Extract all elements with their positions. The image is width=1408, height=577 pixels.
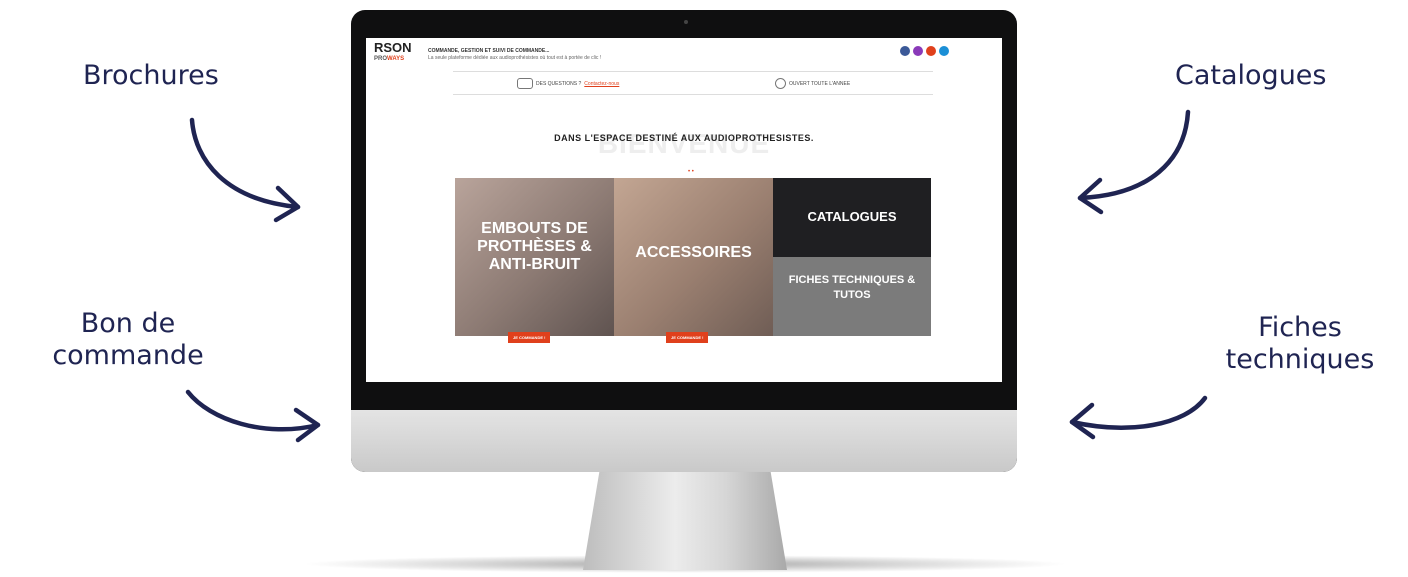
website-screen: RSON PROWAYS COMMANDE, GESTION ET SUIVI …: [366, 38, 1002, 382]
social-links: [900, 46, 949, 56]
fiches-arrowhead: [1069, 402, 1096, 440]
contact-link[interactable]: Contactez-nous: [584, 81, 619, 87]
fiches-arrow: [1069, 395, 1208, 430]
brand-logo-bottom[interactable]: PROWAYS: [374, 55, 404, 63]
order-button-accessoires[interactable]: JE COMMANDE !: [666, 332, 709, 343]
bon-de-commande-arrowhead: [293, 407, 321, 443]
tile-fiches-techniques[interactable]: FICHES TECHNIQUES & TUTOS: [773, 257, 931, 336]
tagline-subtitle: La seule plateforme dédiée aux audioprot…: [428, 55, 602, 61]
tile-embouts-label: EMBOUTS DE PROTHÈSES & ANTI-BRUIT: [477, 220, 592, 273]
brand-prefix: PRO: [374, 56, 388, 62]
instagram-icon[interactable]: [913, 46, 923, 56]
brand-accent: WAYS: [387, 56, 405, 62]
brand-logo-top[interactable]: RSON: [374, 41, 412, 54]
imac-chin: [351, 410, 1017, 472]
tile-embouts[interactable]: EMBOUTS DE PROTHÈSES & ANTI-BRUIT: [455, 178, 614, 336]
youtube-icon[interactable]: [926, 46, 936, 56]
tagline-title: COMMANDE, GESTION ET SUIVI DE COMMANDE..…: [428, 48, 550, 54]
tile-accessoires[interactable]: ACCESSOIRES: [614, 178, 773, 336]
info-bar: DES QUESTIONS ? Contactez-nous OUVERT TO…: [453, 71, 933, 95]
chat-bubble-icon: [517, 78, 533, 89]
order-button-embouts[interactable]: JE COMMANDE !: [508, 332, 551, 343]
questions-text: DES QUESTIONS ?: [536, 80, 582, 87]
tile-catalogues-label: CATALOGUES: [807, 209, 897, 224]
page-headline: DANS L'ESPACE DESTINÉ AUX AUDIOPROTHESIS…: [554, 133, 814, 143]
open-text: OUVERT TOUTE L'ANNEE: [789, 80, 851, 87]
clock-icon: [775, 78, 786, 89]
tile-catalogues[interactable]: CATALOGUES: [773, 178, 931, 257]
linkedin-icon[interactable]: [939, 46, 949, 56]
decorative-dots-icon: • •: [688, 169, 694, 175]
open-block: OUVERT TOUTE L'ANNEE: [775, 78, 850, 89]
questions-block: DES QUESTIONS ? Contactez-nous: [517, 78, 619, 89]
imac-stand: [583, 472, 787, 570]
tile-accessoires-label: ACCESSOIRES: [635, 244, 752, 261]
tile-fiches-label: FICHES TECHNIQUES & TUTOS: [788, 274, 916, 301]
facebook-icon[interactable]: [900, 46, 910, 56]
camera-icon: [684, 20, 688, 24]
